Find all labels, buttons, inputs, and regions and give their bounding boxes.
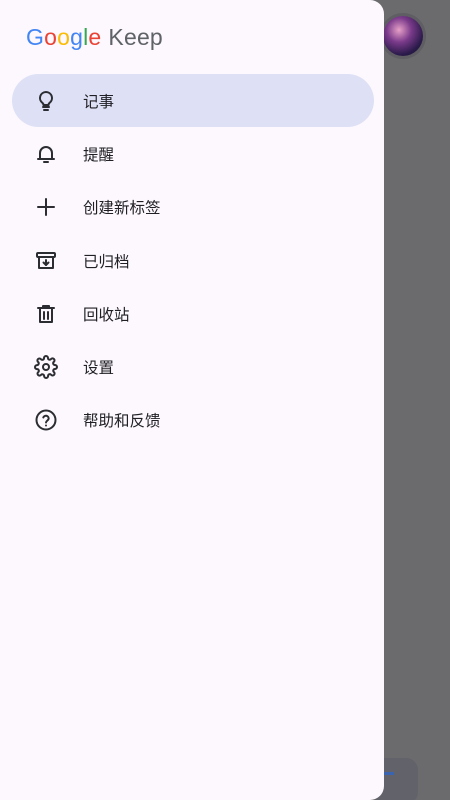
nav-item-label: 创建新标签 — [83, 199, 161, 218]
lightbulb-icon — [34, 89, 58, 113]
nav-list: 记事 提醒 创建新标签 已归档 回收站 设置 帮助和反馈 — [12, 74, 374, 447]
nav-item-settings[interactable]: 设置 — [12, 340, 374, 393]
trash-icon — [34, 302, 58, 326]
nav-item-label: 设置 — [83, 359, 115, 378]
bell-icon — [34, 142, 58, 166]
account-avatar[interactable] — [383, 16, 423, 56]
nav-item-reminders[interactable]: 提醒 — [12, 127, 374, 180]
nav-item-trash[interactable]: 回收站 — [12, 287, 374, 340]
nav-item-label: 提醒 — [83, 145, 115, 164]
nav-item-label: 记事 — [83, 92, 115, 111]
nav-item-archive[interactable]: 已归档 — [12, 234, 374, 287]
nav-item-help-feedback[interactable]: 帮助和反馈 — [12, 394, 374, 447]
nav-item-create-label[interactable]: 创建新标签 — [12, 181, 374, 234]
nav-item-label: 回收站 — [83, 305, 130, 324]
logo-letter: o — [44, 24, 58, 50]
plus-icon — [34, 195, 58, 219]
archive-icon — [34, 249, 58, 273]
gear-icon — [34, 355, 58, 380]
logo-letter: e — [88, 24, 102, 50]
app-logo: Google Keep — [26, 24, 163, 54]
help-circle-icon — [34, 408, 58, 432]
nav-item-label: 帮助和反馈 — [83, 412, 161, 431]
product-name: Keep — [108, 24, 163, 50]
logo-letter: o — [57, 24, 71, 50]
logo-letter: g — [70, 24, 84, 50]
nav-item-label: 已归档 — [83, 252, 130, 271]
nav-item-notes[interactable]: 记事 — [12, 74, 374, 128]
screen: Google Keep 记事 提醒 创建新标签 已归档 回收站 设置 帮助和反馈 — [0, 0, 450, 800]
logo-letter: G — [26, 24, 45, 50]
navigation-drawer: Google Keep 记事 提醒 创建新标签 已归档 回收站 设置 帮助和反馈 — [0, 0, 384, 800]
